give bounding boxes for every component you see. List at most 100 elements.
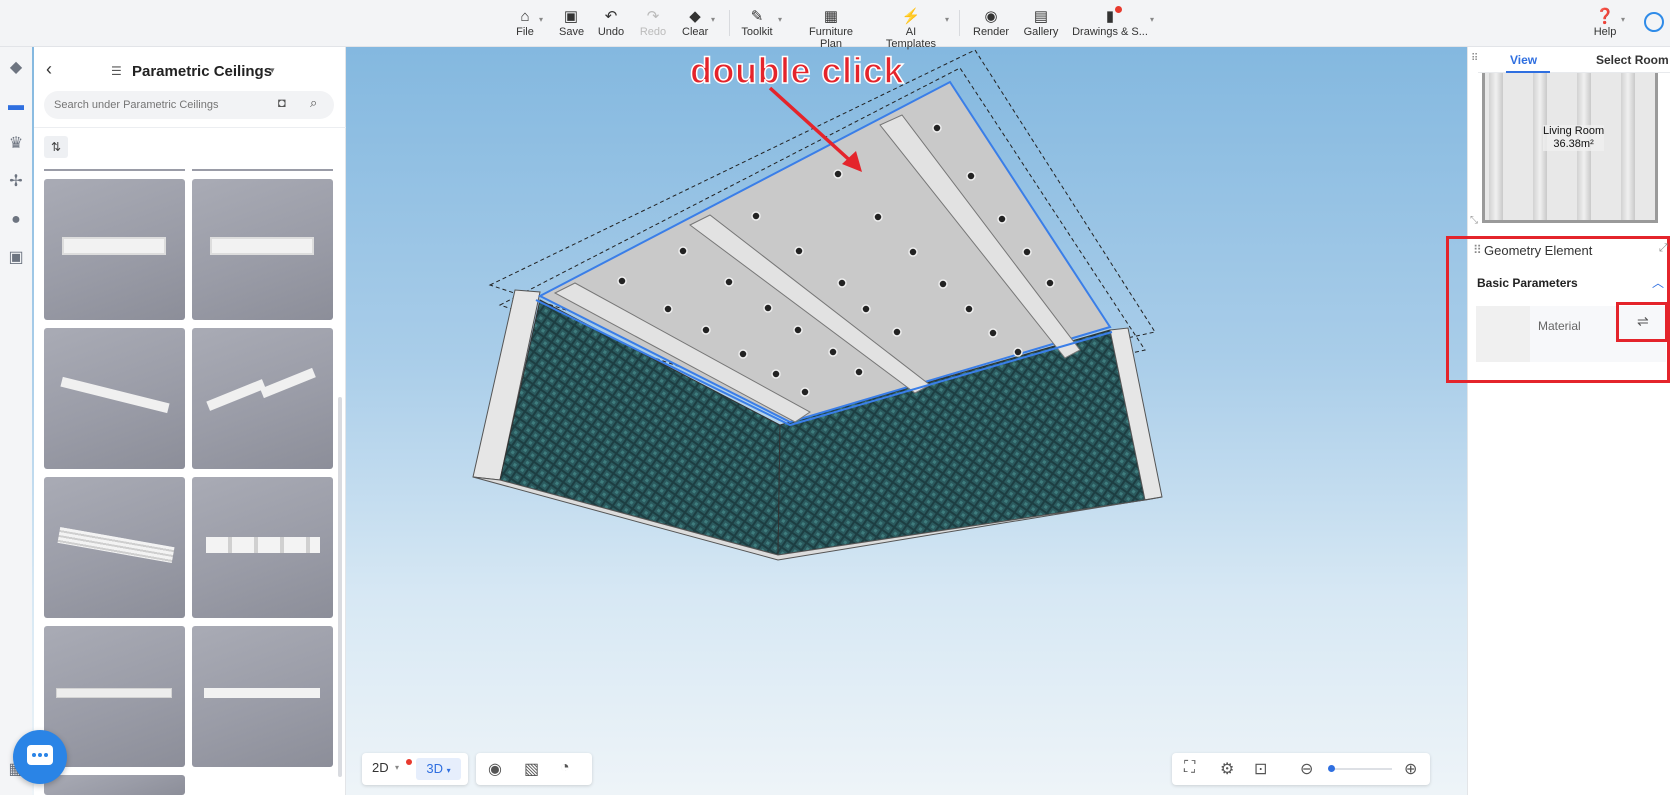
eraser-icon: ◆ bbox=[689, 8, 701, 25]
undo-button[interactable]: ↶ Undo bbox=[597, 8, 625, 42]
material-settings-button[interactable]: ⇌ bbox=[1616, 302, 1668, 342]
chat-bubble-icon bbox=[27, 745, 53, 765]
furniture-plan-button[interactable]: ▦ Furniture Plan bbox=[797, 8, 865, 50]
material-label: Material bbox=[1538, 319, 1581, 333]
person-icon[interactable]: ● bbox=[5, 209, 27, 231]
camera-view-icon[interactable]: ⛶ bbox=[1184, 759, 1195, 777]
3d-caret-icon: ▾ bbox=[446, 766, 451, 775]
sliders-icon: ⇌ bbox=[1637, 313, 1649, 329]
drag-handle-icon[interactable]: ⠿ bbox=[1473, 243, 1482, 257]
document-icon: ▮ bbox=[1105, 8, 1115, 25]
ceiling-thumbnail[interactable] bbox=[44, 477, 185, 618]
resize-handle-icon[interactable]: ⤡ bbox=[1470, 215, 1478, 226]
help-button[interactable]: ❓ Help bbox=[1593, 8, 1617, 42]
chat-support-button[interactable] bbox=[13, 730, 67, 784]
toolkit-button[interactable]: ✎ Toolkit bbox=[740, 8, 774, 42]
ceiling-thumbnail[interactable] bbox=[44, 328, 185, 469]
toolkit-caret-icon[interactable]: ▾ bbox=[778, 15, 782, 24]
save-icon: ▣ bbox=[563, 8, 579, 25]
gauge-icon[interactable]: ◔ bbox=[560, 759, 570, 777]
view-mode-switch: 2D ▾ 3D ▾ bbox=[362, 753, 468, 785]
section-title[interactable]: Basic Parameters bbox=[1477, 276, 1578, 290]
visibility-eye-icon[interactable]: ◉ bbox=[488, 759, 502, 779]
crown-icon[interactable]: ♛ bbox=[5, 133, 27, 155]
camera-icon: ◉ bbox=[984, 8, 998, 25]
model-icon[interactable]: ✢ bbox=[5, 171, 27, 193]
wrench-icon: ✎ bbox=[750, 8, 764, 25]
grid-item-edge bbox=[192, 169, 333, 171]
back-icon[interactable]: ‹ bbox=[46, 59, 52, 80]
catalog-icon[interactable]: ▬ bbox=[5, 95, 27, 117]
3d-mode-button[interactable]: 3D ▾ bbox=[416, 758, 461, 780]
redo-icon: ↷ bbox=[646, 8, 660, 25]
focus-icon[interactable]: ⊡ bbox=[1254, 759, 1267, 779]
ceiling-thumbnail[interactable] bbox=[192, 477, 333, 618]
camera-search-icon[interactable]: ◘ bbox=[278, 95, 286, 110]
catalog-scrollbar[interactable] bbox=[338, 397, 342, 777]
drawings-caret-icon[interactable]: ▾ bbox=[1150, 15, 1154, 24]
tab-select-room[interactable]: Select Room bbox=[1596, 53, 1669, 67]
gallery-button[interactable]: ▤ Gallery bbox=[1023, 8, 1059, 42]
toolbar-divider bbox=[959, 10, 960, 36]
zoom-slider-track[interactable] bbox=[1330, 768, 1392, 770]
file-caret-icon[interactable]: ▾ bbox=[539, 15, 543, 24]
gallery-icon: ▤ bbox=[1033, 8, 1049, 25]
ceiling-thumbnail[interactable] bbox=[44, 775, 185, 795]
camera-controls: ⛶ ⚙ ⊡ ⊖ ⊕ bbox=[1172, 753, 1430, 785]
ceiling-thumbnail[interactable] bbox=[44, 179, 185, 320]
left-icon-rail: ◆ ▬ ♛ ✢ ● ▣ ▦ bbox=[0, 47, 32, 795]
top-toolbar: ⌂ File ▾ ▣ Save ↶ Undo ↷ Redo ◆ Clear ▾ … bbox=[0, 0, 1670, 50]
drawings-button[interactable]: ▮ Drawings & S... bbox=[1072, 8, 1148, 42]
render-button[interactable]: ◉ Render bbox=[973, 8, 1009, 42]
ceiling-thumbnail[interactable] bbox=[192, 328, 333, 469]
search-icon[interactable]: ⌕ bbox=[310, 95, 317, 111]
ceiling-thumbnail[interactable] bbox=[192, 179, 333, 320]
double-click-annotation: double click bbox=[689, 49, 905, 92]
toolbar-divider bbox=[729, 10, 730, 36]
floorplan-icon[interactable]: ◆ bbox=[5, 57, 27, 79]
zoom-slider-handle[interactable] bbox=[1328, 765, 1335, 772]
camera-settings-icon[interactable]: ⚙ bbox=[1220, 759, 1234, 779]
ceiling-thumbnail[interactable] bbox=[44, 626, 185, 767]
clear-caret-icon[interactable]: ▾ bbox=[711, 15, 715, 24]
layout-icon: ▦ bbox=[823, 8, 839, 25]
help-caret-icon[interactable]: ▾ bbox=[1621, 15, 1625, 24]
panel-divider bbox=[34, 127, 346, 128]
notification-dot bbox=[406, 759, 412, 765]
undo-icon: ↶ bbox=[604, 8, 618, 25]
home-icon: ⌂ bbox=[520, 8, 530, 25]
file-button[interactable]: ⌂ File bbox=[515, 8, 535, 42]
ai-templates-button[interactable]: ⚡ AI Templates bbox=[880, 8, 942, 50]
chevron-up-icon[interactable]: ︿ bbox=[1652, 274, 1664, 291]
zoom-in-icon[interactable]: ⊕ bbox=[1404, 759, 1417, 779]
cabinet-icon[interactable]: ▣ bbox=[5, 247, 27, 269]
save-button[interactable]: ▣ Save bbox=[559, 8, 584, 42]
category-caret-icon[interactable]: ▾ bbox=[270, 65, 275, 76]
ai-templates-caret-icon[interactable]: ▾ bbox=[945, 15, 949, 24]
ceiling-thumbnail[interactable] bbox=[192, 626, 333, 767]
2d-mode-button[interactable]: 2D bbox=[372, 760, 389, 775]
minimap-tabs: View Select Room bbox=[1478, 47, 1670, 73]
tab-view[interactable]: View bbox=[1510, 53, 1537, 67]
grid-item-edge bbox=[44, 169, 185, 171]
room-label[interactable]: Living Room 36.38m² bbox=[1543, 125, 1605, 151]
help-icon: ❓ bbox=[1595, 8, 1615, 25]
lightning-icon: ⚡ bbox=[901, 8, 921, 25]
zoom-out-icon[interactable]: ⊖ bbox=[1300, 759, 1313, 779]
material-swatch[interactable] bbox=[1476, 306, 1530, 362]
redo-button[interactable]: ↷ Redo bbox=[639, 8, 667, 42]
cube-view-icon[interactable]: ▧ bbox=[524, 759, 539, 779]
sort-icon[interactable]: ⇅ bbox=[44, 136, 68, 158]
view-tools: ◉ ▧ ◔ bbox=[476, 753, 592, 785]
expand-icon[interactable]: ⤢ bbox=[1659, 242, 1668, 255]
clear-button[interactable]: ◆ Clear bbox=[682, 8, 708, 42]
catalog-search-input[interactable] bbox=[44, 91, 334, 119]
category-title[interactable]: Parametric Ceilings bbox=[132, 63, 272, 80]
2d-caret-icon[interactable]: ▾ bbox=[395, 763, 399, 772]
minimap-canvas[interactable]: Living Room 36.38m² bbox=[1482, 73, 1658, 223]
right-panel: ⠿ View Select Room Living Room 36.38m² ⤡ bbox=[1467, 47, 1670, 795]
user-avatar[interactable] bbox=[1644, 12, 1664, 32]
notification-dot bbox=[1115, 6, 1122, 13]
list-icon: ☰ bbox=[111, 64, 122, 78]
properties-title: Geometry Element bbox=[1484, 243, 1593, 258]
